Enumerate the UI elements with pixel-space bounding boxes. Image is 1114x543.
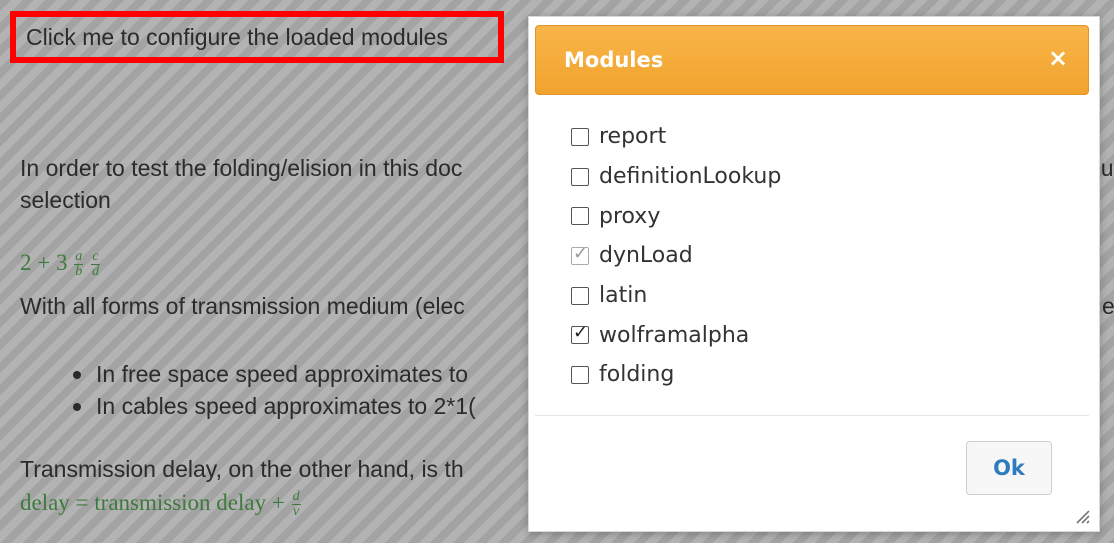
- resize-handle-icon[interactable]: [1071, 505, 1091, 525]
- paragraph-transmission-delay: Transmission delay, on the other hand, i…: [20, 456, 1092, 483]
- math-prefix: 2 + 3: [20, 250, 68, 275]
- fraction-a-b: ab: [74, 249, 84, 280]
- module-label: report: [599, 124, 667, 150]
- frac-num: c: [90, 249, 100, 266]
- module-option-folding[interactable]: folding: [571, 355, 781, 395]
- module-checkbox[interactable]: [571, 207, 589, 226]
- module-checkbox[interactable]: [571, 167, 589, 186]
- module-label: latin: [599, 283, 648, 309]
- module-checkbox[interactable]: [571, 127, 589, 146]
- module-label: definitionLookup: [599, 164, 782, 190]
- ok-button[interactable]: Ok: [966, 441, 1052, 495]
- module-option-wolframalpha[interactable]: ✓ wolframalpha: [571, 315, 781, 355]
- configure-modules-link[interactable]: Click me to configure the loaded modules: [10, 11, 504, 63]
- speed-list: In free space speed approximates to In c…: [70, 358, 476, 422]
- dialog-header[interactable]: Modules ×: [535, 25, 1089, 95]
- module-label: proxy: [599, 203, 661, 229]
- math-formula-2: delay = transmission delay + dv: [20, 490, 302, 519]
- modules-list: report definitionLookup proxy ✓ dynLoad latin…: [571, 117, 781, 395]
- frac-num: d: [291, 489, 301, 506]
- modules-dialog: Modules × report definitionLookup proxy ✓ dy…: [528, 16, 1100, 532]
- module-checkbox[interactable]: [571, 365, 589, 384]
- module-label: folding: [599, 362, 675, 388]
- paragraph-transmission-medium: With all forms of transmission medium (e…: [20, 293, 1114, 320]
- paragraph-text: With all forms of transmission medium (e…: [20, 293, 465, 319]
- module-option-dynLoad[interactable]: ✓ dynLoad: [571, 236, 781, 276]
- module-option-proxy[interactable]: proxy: [571, 196, 781, 236]
- check-icon: ✓: [573, 322, 589, 344]
- fraction-c-d: cd: [90, 249, 100, 280]
- frac-den: d: [91, 264, 99, 280]
- list-item: In cables speed approximates to 2*1(: [70, 390, 476, 422]
- module-option-latin[interactable]: latin: [571, 276, 781, 316]
- check-icon: ✓: [573, 242, 589, 264]
- module-label: wolframalpha: [599, 322, 750, 348]
- dialog-title: Modules: [564, 48, 664, 72]
- paragraph-text-right: e: [1102, 293, 1114, 319]
- dialog-divider: [535, 415, 1089, 416]
- close-icon[interactable]: ×: [1044, 44, 1072, 72]
- module-checkbox[interactable]: [571, 286, 589, 305]
- frac-den: b: [75, 264, 83, 280]
- paragraph-text: Transmission delay, on the other hand, i…: [20, 456, 464, 482]
- module-checkbox[interactable]: ✓: [571, 322, 589, 345]
- list-item: In free space speed approximates to: [70, 358, 476, 390]
- math-prefix: delay = transmission delay +: [20, 490, 285, 515]
- fraction-d-v: dv: [291, 489, 301, 520]
- frac-num: a: [74, 249, 84, 266]
- module-option-report[interactable]: report: [571, 117, 781, 157]
- module-label: dynLoad: [599, 243, 693, 269]
- paragraph-text: In order to test the folding/elision in …: [20, 155, 463, 181]
- module-checkbox: ✓: [571, 242, 589, 265]
- math-formula-1: 2 + 3 ab cd: [20, 250, 101, 279]
- frac-den: v: [292, 504, 300, 520]
- module-option-definitionLookup[interactable]: definitionLookup: [571, 157, 781, 197]
